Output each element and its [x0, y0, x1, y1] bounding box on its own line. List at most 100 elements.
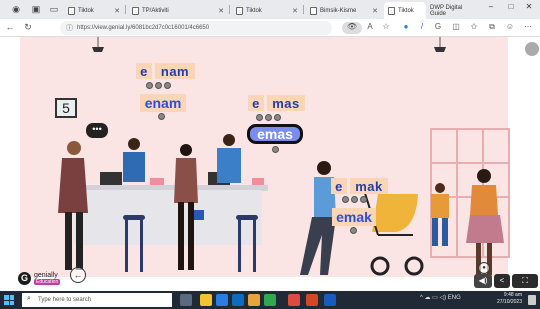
stroller: [363, 190, 424, 276]
reader-mode-icon[interactable]: 👁: [342, 22, 362, 34]
profile-icon[interactable]: ◉: [10, 3, 22, 15]
previous-page-button[interactable]: ←: [70, 267, 86, 283]
genially-name: genially: [34, 272, 58, 279]
file-explorer-icon[interactable]: [200, 294, 212, 306]
refresh-icon[interactable]: ↻: [22, 22, 34, 33]
stool: [123, 215, 145, 273]
windows-taskbar: ⌕ Type here to search ^ ☁ ▭ ◁) ENG 9:48 …: [0, 291, 540, 309]
more-icon[interactable]: ⋯: [522, 22, 534, 34]
page-icon: [236, 6, 243, 15]
favorites-icon[interactable]: ✩: [468, 22, 480, 34]
shelf-divider: [430, 162, 510, 164]
queue-number-sign: 5: [55, 98, 77, 118]
address-bar-row: ← ↻ ⓘ https://view.genial.ly/6081bc2d7c0…: [0, 19, 540, 37]
fullscreen-button[interactable]: ⛶: [512, 274, 538, 288]
windows-start-icon[interactable]: [4, 295, 14, 305]
chrome-icon[interactable]: [288, 294, 300, 306]
connector-dots: [272, 146, 279, 153]
maximize-icon[interactable]: □: [504, 2, 518, 11]
person-clerk-right: [217, 134, 241, 183]
search-icon: ⌕: [27, 295, 31, 302]
tab-label: Bimsik-Kisme: [320, 7, 357, 14]
app-icon[interactable]: [264, 294, 276, 306]
info-icon[interactable]: ⓘ: [66, 23, 73, 33]
tab-divider: [303, 5, 304, 14]
volume-button[interactable]: ◀): [474, 274, 492, 288]
close-window-icon[interactable]: ✕: [522, 2, 536, 11]
collections-icon[interactable]: ▣: [30, 3, 42, 15]
page-icon: [68, 6, 75, 15]
back-icon[interactable]: ←: [4, 22, 16, 32]
person-man-with-phone: [58, 141, 88, 270]
syllable-e[interactable]: e: [331, 178, 347, 194]
close-tab-icon[interactable]: ✕: [218, 7, 224, 15]
browser-tab-bar: ◉ ▣ ▭ Tiktok ✕ TP/Aktiviti ✕ Tiktok ✕ Bi…: [0, 0, 540, 19]
counter-item: [150, 178, 164, 185]
tab-4[interactable]: Bimsik-Kisme ✕: [306, 2, 382, 19]
word-icon[interactable]: [324, 294, 336, 306]
tab-label: Tiktok: [398, 7, 414, 14]
connector-dots: [256, 114, 281, 121]
tab-5-active[interactable]: Tiktok: [384, 2, 426, 19]
url-field[interactable]: ⓘ https://view.genial.ly/6081bc2d7c0c160…: [60, 21, 332, 35]
pen-icon[interactable]: /: [416, 22, 428, 34]
genially-branding[interactable]: G genially Education: [18, 272, 61, 285]
page-icon: [388, 6, 395, 15]
time: 9:48 am: [503, 292, 522, 298]
task-view-icon[interactable]: [180, 294, 192, 306]
tab-2[interactable]: TP/Aktiviti ✕: [128, 2, 228, 19]
read-aloud-icon[interactable]: A: [364, 22, 376, 34]
date: 27/10/2023: [496, 299, 522, 305]
syllable-mak[interactable]: mak: [350, 178, 388, 194]
person-child: [431, 183, 449, 246]
syllable-mas[interactable]: mas: [267, 95, 305, 111]
close-tab-icon[interactable]: ✕: [114, 7, 120, 15]
notification-icon[interactable]: [528, 295, 536, 305]
tab-label: DWP Digital Guide: [430, 4, 463, 17]
tab-6[interactable]: DWP Digital Guide: [426, 2, 482, 19]
tab-1[interactable]: Tiktok ✕: [64, 2, 124, 19]
clock[interactable]: 9:48 am 27/10/2023: [497, 292, 522, 306]
cursor-indicator: ●: [478, 262, 490, 274]
counter-item: [252, 178, 264, 185]
mail-icon[interactable]: [248, 294, 260, 306]
store-icon[interactable]: [232, 294, 244, 306]
tab-actions-icon[interactable]: ▭: [48, 3, 60, 15]
stool: [236, 215, 258, 273]
profile-icon[interactable]: ☺: [504, 22, 516, 34]
powerpoint-icon[interactable]: [306, 294, 318, 306]
tab-3[interactable]: Tiktok ✕: [232, 2, 302, 19]
minimize-icon[interactable]: –: [484, 2, 498, 11]
close-tab-icon[interactable]: ✕: [372, 7, 378, 15]
syllable-e[interactable]: e: [248, 95, 264, 111]
system-tray[interactable]: ^ ☁ ▭ ◁) ENG: [420, 294, 461, 301]
tab-label: Tiktok: [78, 7, 94, 14]
word-enam[interactable]: enam: [140, 94, 186, 112]
search-placeholder: Type here to search: [38, 297, 92, 303]
syllable-e[interactable]: e: [136, 63, 152, 79]
extension-icon[interactable]: ●: [400, 22, 412, 34]
person-clerk-left: [123, 138, 145, 182]
connector-dots: [146, 82, 171, 89]
collections-icon[interactable]: ⧉: [486, 22, 498, 34]
url-text: https://view.genial.ly/6081bc2d7c0c16001…: [77, 25, 210, 31]
tab-label: TP/Aktiviti: [142, 7, 169, 14]
tab-label: Tiktok: [246, 7, 262, 14]
edge-icon[interactable]: [216, 294, 228, 306]
person-woman-with-bag: [174, 144, 204, 270]
split-screen-icon[interactable]: ◫: [450, 22, 462, 34]
tab-divider: [125, 5, 126, 14]
syllable-nam[interactable]: nam: [155, 63, 195, 79]
refresh-page-icon[interactable]: G: [432, 22, 444, 34]
ceiling-lamps: [92, 37, 446, 52]
word-emak[interactable]: emak: [332, 208, 376, 226]
sidebar-toggle-icon[interactable]: [525, 42, 539, 56]
word-emas-selected[interactable]: emas: [247, 124, 303, 144]
page-icon: [310, 6, 317, 15]
tab-divider: [229, 5, 230, 14]
taskbar-search[interactable]: ⌕ Type here to search: [22, 293, 172, 307]
close-tab-icon[interactable]: ✕: [292, 7, 298, 15]
share-button[interactable]: <: [494, 274, 510, 288]
laptop: [100, 172, 122, 185]
favorite-star-icon[interactable]: ☆: [380, 22, 392, 34]
